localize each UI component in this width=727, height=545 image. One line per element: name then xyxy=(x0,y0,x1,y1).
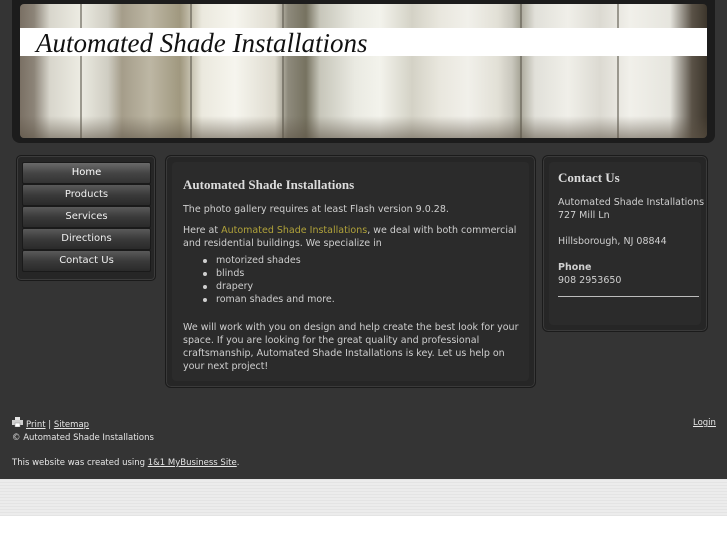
flash-note: The photo gallery requires at least Flas… xyxy=(183,204,449,215)
contact-phone-label: Phone xyxy=(558,262,592,273)
nav-item-products[interactable]: Products xyxy=(22,184,151,206)
list-item: drapery xyxy=(202,280,335,293)
footer-links: Print | Sitemap xyxy=(26,420,89,431)
contact-company: Automated Shade Installations xyxy=(558,197,705,208)
mybusiness-link[interactable]: 1&1 MyBusiness Site xyxy=(148,458,237,468)
created-by: This website was created using 1&1 MyBus… xyxy=(12,458,239,469)
login-link[interactable]: Login xyxy=(693,418,716,428)
intro-text-before: Here at xyxy=(183,225,222,236)
main-heading: Automated Shade Installations xyxy=(183,177,355,192)
header xyxy=(12,0,715,143)
contact-phone: 908 2953650 xyxy=(558,275,622,286)
main-navigation: Home Products Services Directions Contac… xyxy=(16,155,156,281)
copyright: © Automated Shade Installations xyxy=(12,433,154,443)
created-by-prefix: This website was created using xyxy=(12,458,148,468)
site-title: Automated Shade Installations xyxy=(36,28,368,58)
header-image xyxy=(20,4,707,138)
intro-company-link[interactable]: Automated Shade Installations xyxy=(221,225,367,236)
list-item: blinds xyxy=(202,267,335,280)
intro-paragraph: Here at Automated Shade Installations, w… xyxy=(183,224,528,250)
contact-divider xyxy=(558,296,699,297)
specialties-list: motorized shades blinds drapery roman sh… xyxy=(202,254,335,306)
closing-paragraph: We will work with you on design and help… xyxy=(183,322,519,372)
nav-item-home[interactable]: Home xyxy=(22,162,151,184)
contact-city: Hillsborough, NJ 08844 xyxy=(558,236,667,247)
created-by-suffix: . xyxy=(236,458,240,468)
nav-item-directions[interactable]: Directions xyxy=(22,228,151,250)
bottom-band xyxy=(0,479,727,516)
list-item: roman shades and more. xyxy=(202,293,335,306)
contact-heading: Contact Us xyxy=(558,170,620,185)
nav-item-services[interactable]: Services xyxy=(22,206,151,228)
printer-icon[interactable] xyxy=(12,417,23,427)
sitemap-link[interactable]: Sitemap xyxy=(54,420,89,430)
login-link-wrap: Login xyxy=(693,418,716,429)
footer-separator: | xyxy=(48,420,52,430)
nav-item-contact-us[interactable]: Contact Us xyxy=(22,250,151,272)
list-item: motorized shades xyxy=(202,254,335,267)
contact-street: 727 Mill Ln xyxy=(558,210,610,221)
print-link[interactable]: Print xyxy=(26,420,46,430)
